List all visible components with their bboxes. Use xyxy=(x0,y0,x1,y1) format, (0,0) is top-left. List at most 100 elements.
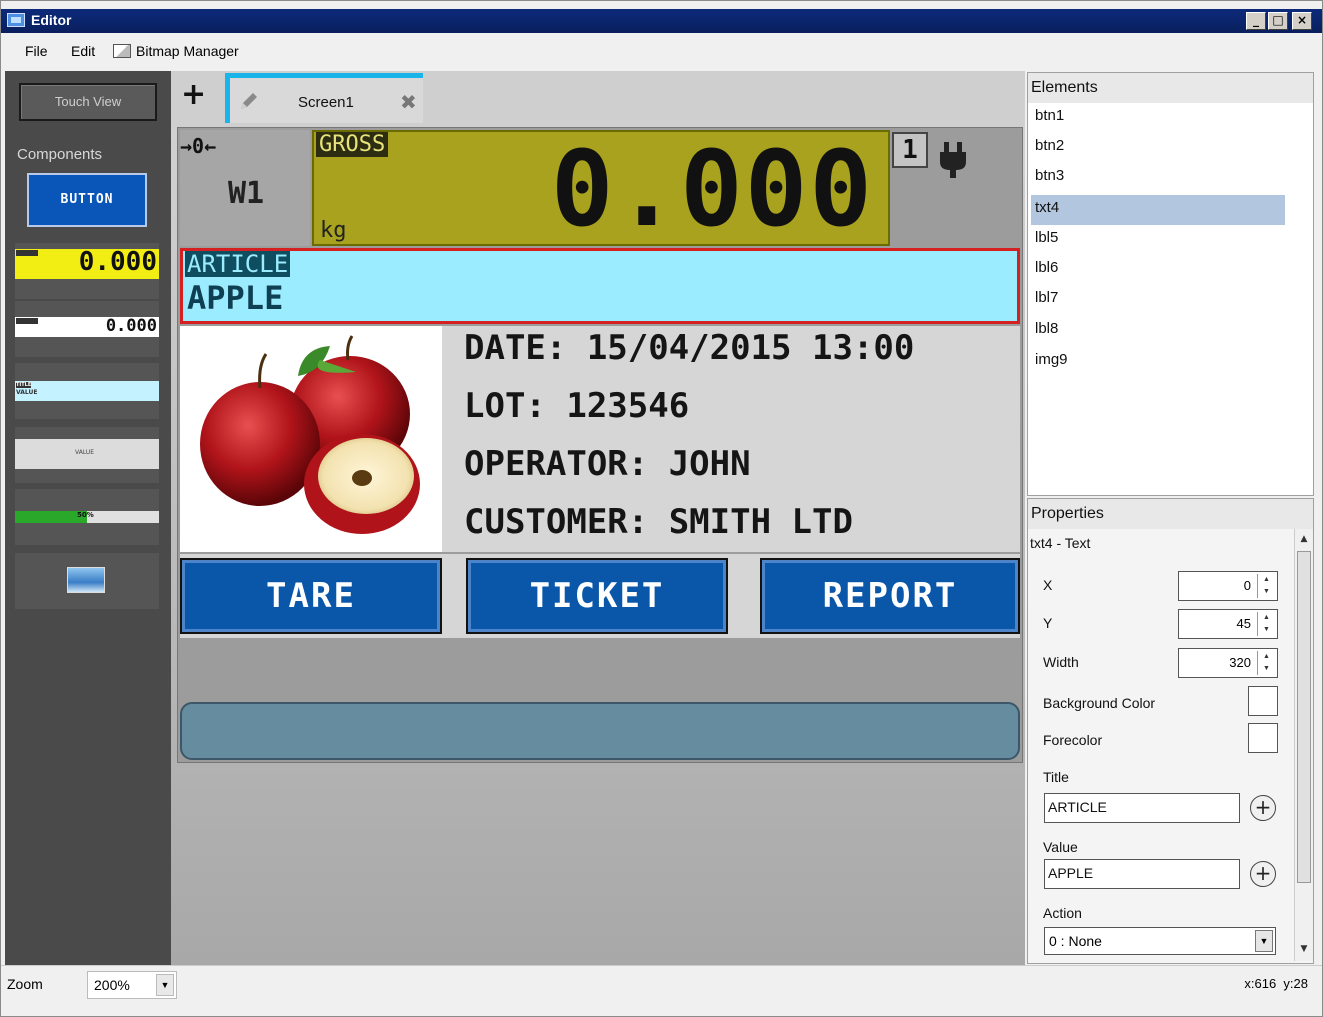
menu-edit[interactable]: Edit xyxy=(71,43,95,59)
component-weight-large[interactable]: 0.000 xyxy=(15,243,159,299)
zoom-select[interactable]: 200% ▼ xyxy=(87,971,177,999)
text-preview: TITLE VALUE xyxy=(15,381,159,401)
pencil-icon xyxy=(241,93,257,109)
spinner-arrows-icon[interactable]: ▲ ▼ xyxy=(1257,612,1275,636)
title-bar[interactable]: Editor _ □ × xyxy=(1,9,1322,33)
article-text-element[interactable]: ARTICLE APPLE xyxy=(180,248,1020,324)
y-spinner[interactable]: 45 ▲ ▼ xyxy=(1178,609,1278,639)
landscape-image-icon xyxy=(67,567,105,593)
spinner-arrows-icon[interactable]: ▲ ▼ xyxy=(1257,651,1275,675)
title-input[interactable]: ARTICLE xyxy=(1044,793,1240,823)
element-item[interactable]: btn3 xyxy=(1031,163,1285,193)
app-icon xyxy=(7,13,25,27)
weight-small-preview: 0.000 xyxy=(15,316,159,337)
scroll-thumb[interactable] xyxy=(1297,551,1311,883)
background-color-label: Background Color xyxy=(1043,695,1156,711)
cursor-coordinates: x:616 y:28 xyxy=(1244,976,1308,991)
x-spinner[interactable]: 0 ▲ ▼ xyxy=(1178,571,1278,601)
menu-bitmap-manager[interactable]: Bitmap Manager xyxy=(113,43,239,59)
range-indicator: 1 xyxy=(892,132,928,168)
close-tab-icon[interactable]: ✖ xyxy=(400,90,417,114)
y-label: Y xyxy=(1043,615,1053,631)
editor-window: Editor _ □ × File Edit Bitmap Manager To… xyxy=(0,0,1323,1017)
minimize-button[interactable]: _ xyxy=(1246,12,1266,30)
maximize-button[interactable]: □ xyxy=(1268,12,1288,30)
screen-status-bar[interactable] xyxy=(180,702,1020,760)
weight-value: 0.000 xyxy=(550,128,874,250)
element-item[interactable]: lbl7 xyxy=(1031,285,1285,315)
tab-label: Screen1 xyxy=(298,94,354,111)
title-chip xyxy=(16,250,38,256)
elements-header: Elements xyxy=(1028,73,1313,103)
weight-unit: kg xyxy=(320,218,347,243)
properties-scrollbar[interactable]: ▲ ▼ xyxy=(1294,529,1313,961)
tab-strip: + Screen1 ✖ xyxy=(171,71,1025,127)
width-spinner[interactable]: 320 ▲ ▼ xyxy=(1178,648,1278,678)
coords-y: y:28 xyxy=(1283,976,1308,991)
action-value: 0 : None xyxy=(1049,933,1102,949)
apple-image[interactable] xyxy=(180,326,442,552)
touch-view-button[interactable]: Touch View xyxy=(19,83,157,121)
spinner-arrows-icon[interactable]: ▲ ▼ xyxy=(1257,574,1275,598)
image-icon xyxy=(113,44,131,58)
title-label: Title xyxy=(1043,769,1069,785)
component-button[interactable]: BUTTON xyxy=(27,173,147,227)
report-button[interactable]: REPORT xyxy=(760,558,1020,634)
weight-display[interactable]: GROSS 0.000 kg xyxy=(312,128,890,250)
forecolor-label: Forecolor xyxy=(1043,732,1103,748)
apple-image-drawing xyxy=(200,335,420,534)
status-bar: Zoom 200% ▼ x:616 y:28 xyxy=(1,965,1322,1003)
element-item[interactable]: img9 xyxy=(1031,347,1285,377)
date-label[interactable]: DATE: 15/04/2015 13:00 xyxy=(464,328,914,368)
scale-name: W1 xyxy=(228,176,265,211)
title-chip xyxy=(16,318,38,324)
chevron-down-icon[interactable]: ▼ xyxy=(156,974,174,996)
gross-label: GROSS xyxy=(316,132,389,157)
component-text[interactable]: TITLE VALUE xyxy=(15,363,159,419)
component-label[interactable]: VALUE xyxy=(15,427,159,483)
value-input[interactable]: APPLE xyxy=(1044,859,1240,889)
chevron-down-icon[interactable]: ▼ xyxy=(1255,930,1273,952)
label-preview: VALUE xyxy=(15,439,159,469)
label-preview-value: VALUE xyxy=(75,449,95,456)
tab-screen1[interactable]: Screen1 ✖ xyxy=(225,73,423,123)
tare-button[interactable]: TARE xyxy=(180,558,442,634)
scale-indicator: →0← W1 xyxy=(180,130,310,246)
width-value: 320 xyxy=(1229,655,1251,670)
menu-file[interactable]: File xyxy=(25,43,48,59)
element-item-selected[interactable]: txt4 xyxy=(1031,195,1285,225)
scroll-down-icon[interactable]: ▼ xyxy=(1296,941,1312,957)
text-preview-title: TITLE xyxy=(16,382,32,388)
elements-panel: Elements btn1 btn2 btn3 txt4 lbl5 lbl6 l… xyxy=(1027,72,1314,496)
component-weight-small[interactable]: 0.000 xyxy=(15,301,159,357)
weight-small-value: 0.000 xyxy=(105,316,157,336)
background-color-swatch[interactable] xyxy=(1248,686,1278,716)
element-item[interactable]: lbl8 xyxy=(1031,316,1285,346)
coords-x: x:616 xyxy=(1244,976,1277,991)
value-label: Value xyxy=(1043,839,1078,855)
progress-preview-percent: 50% xyxy=(77,511,94,519)
element-item[interactable]: btn1 xyxy=(1031,103,1285,133)
text-preview-value: VALUE xyxy=(16,389,38,396)
components-panel: Touch View Components BUTTON 0.000 0.000… xyxy=(5,71,171,965)
lot-label[interactable]: LOT: 123546 xyxy=(464,386,689,426)
action-select[interactable]: 0 : None ▼ xyxy=(1044,927,1276,955)
customer-label[interactable]: CUSTOMER: SMITH LTD xyxy=(464,502,853,542)
element-item[interactable]: btn2 xyxy=(1031,133,1285,163)
component-progressbar[interactable]: 50% xyxy=(15,489,159,545)
properties-subtitle: txt4 - Text xyxy=(1030,535,1091,551)
scroll-up-icon[interactable]: ▲ xyxy=(1296,531,1312,547)
element-item[interactable]: lbl5 xyxy=(1031,225,1285,255)
element-item[interactable]: lbl6 xyxy=(1031,255,1285,285)
add-value-button[interactable]: + xyxy=(1250,861,1276,887)
operator-label[interactable]: OPERATOR: JOHN xyxy=(464,444,751,484)
screen-canvas[interactable]: →0← W1 GROSS 0.000 kg 1 ARTICLE APPLE DA… xyxy=(177,127,1023,763)
forecolor-swatch[interactable] xyxy=(1248,723,1278,753)
close-button[interactable]: × xyxy=(1292,12,1312,30)
ticket-button[interactable]: TICKET xyxy=(466,558,728,634)
zoom-value: 200% xyxy=(94,977,130,993)
component-image[interactable] xyxy=(15,553,159,609)
add-screen-button[interactable]: + xyxy=(181,77,206,112)
add-title-button[interactable]: + xyxy=(1250,795,1276,821)
weight-large-preview: 0.000 xyxy=(15,247,159,279)
